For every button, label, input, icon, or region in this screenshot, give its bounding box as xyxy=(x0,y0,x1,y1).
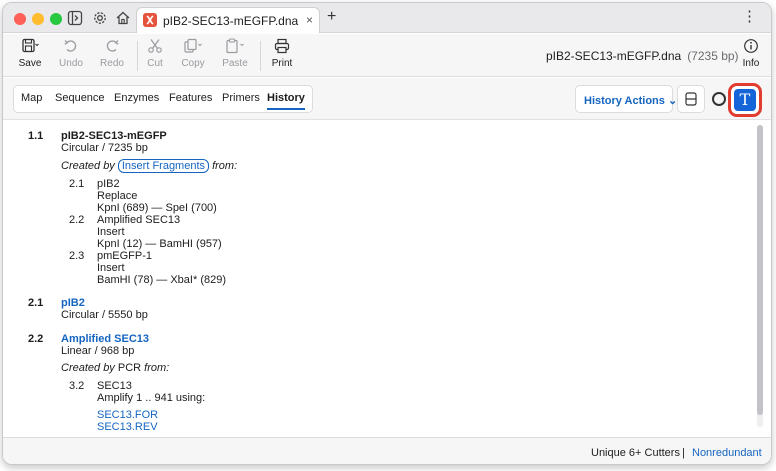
new-tab-button[interactable]: + xyxy=(327,8,336,26)
tab-features[interactable]: Features xyxy=(169,92,212,104)
created-by-line: Created by PCR from: xyxy=(61,362,169,374)
history-tree: 1.1 pIB2-SEC13-mEGFP Circular / 7235 bp … xyxy=(3,121,771,436)
created-by-prefix: Created by xyxy=(61,362,115,374)
close-window-button[interactable] xyxy=(14,13,26,25)
document-length: (7235 bp) xyxy=(687,49,739,63)
child-name: Amplified SEC13 xyxy=(97,214,181,226)
child-number: 3.2 xyxy=(69,380,85,392)
tab-history[interactable]: History xyxy=(267,92,305,110)
child-name: pIB2 xyxy=(97,178,120,190)
info-label: Info xyxy=(742,58,760,69)
child-sites: BamHI (78) — XbaI* (829) xyxy=(97,274,226,286)
info-icon xyxy=(744,39,758,53)
created-by-suffix: from: xyxy=(144,362,170,374)
child-name: pmEGFP-1 xyxy=(97,250,153,262)
cut-label: Cut xyxy=(147,58,163,69)
paste-button[interactable]: Paste xyxy=(216,38,254,69)
node-description: Circular / 7235 bp xyxy=(61,142,148,154)
redo-icon xyxy=(106,40,119,52)
node-title-link-amplified-sec13[interactable]: Amplified SEC13 xyxy=(61,333,149,345)
printer-icon xyxy=(274,38,290,54)
scissors-icon xyxy=(148,39,162,53)
minimize-window-button[interactable] xyxy=(32,13,44,25)
close-tab-icon[interactable]: × xyxy=(306,13,313,27)
node-title-link-pib2[interactable]: pIB2 xyxy=(61,297,85,309)
fit-view-button[interactable] xyxy=(677,85,705,113)
node-number: 2.1 xyxy=(28,297,44,309)
cut-button[interactable]: Cut xyxy=(136,38,174,69)
home-icon[interactable] xyxy=(115,10,131,26)
status-divider: | xyxy=(682,447,685,459)
child-sites: KpnI (12) — BamHI (957) xyxy=(97,238,222,250)
text-view-button[interactable]: T xyxy=(728,83,762,117)
undo-label: Undo xyxy=(59,58,83,69)
copy-button[interactable]: Copy xyxy=(174,38,212,69)
tab-document[interactable]: pIB2-SEC13-mEGFP.dna × xyxy=(136,7,320,33)
toolbar-divider xyxy=(260,41,261,71)
snapgene-app-icon xyxy=(143,13,157,27)
tab-bar: pIB2-SEC13-mEGFP.dna × + ⋮ xyxy=(3,3,771,33)
child-number: 2.1 xyxy=(69,178,85,190)
settings-gear-icon[interactable] xyxy=(92,10,108,26)
undo-button[interactable]: Undo xyxy=(52,38,90,69)
undo-icon xyxy=(64,40,77,52)
print-label: Print xyxy=(271,58,293,69)
child-name: SEC13 xyxy=(97,380,132,392)
child-sites: KpnI (689) — SpeI (700) xyxy=(97,202,217,214)
tab-primers[interactable]: Primers xyxy=(222,92,260,104)
tab-title: pIB2-SEC13-mEGFP.dna xyxy=(163,14,299,28)
info-button[interactable]: Info xyxy=(732,38,770,69)
node-description: Circular / 5550 bp xyxy=(61,309,148,321)
more-menu-icon[interactable]: ⋮ xyxy=(742,9,757,25)
status-bar: Unique 6+ Cutters | Nonredundant xyxy=(3,437,771,464)
tab-map[interactable]: Map xyxy=(21,92,42,104)
created-by-suffix: from: xyxy=(212,160,238,172)
child-detail: Amplify 1 .. 941 using: xyxy=(97,392,206,404)
node-title: pIB2-SEC13-mEGFP xyxy=(61,130,167,142)
view-tab-group: Map Sequence Enzymes Features Primers Hi… xyxy=(13,85,313,113)
circle-toggle-icon[interactable] xyxy=(712,92,726,106)
sidebar-toggle-icon[interactable] xyxy=(67,10,83,26)
clipboard-icon xyxy=(226,38,244,54)
child-number: 2.2 xyxy=(69,214,85,226)
child-role: Replace xyxy=(97,190,138,202)
tab-sequence[interactable]: Sequence xyxy=(55,92,105,104)
enzyme-set-selector[interactable]: Unique 6+ Cutters xyxy=(591,447,680,459)
created-by-operation: PCR xyxy=(117,362,142,374)
document-name: pIB2-SEC13-mEGFP.dna (7235 bp) xyxy=(546,49,739,63)
child-role: Insert xyxy=(97,226,125,238)
tab-enzymes[interactable]: Enzymes xyxy=(114,92,159,104)
child-role: Insert xyxy=(97,262,125,274)
node-number: 2.2 xyxy=(28,333,44,345)
insert-fragments-link[interactable]: Insert Fragments xyxy=(117,159,210,173)
nonredundant-toggle[interactable]: Nonredundant xyxy=(692,447,762,459)
created-by-line: Created by Insert Fragments from: xyxy=(61,159,237,173)
zoom-window-button[interactable] xyxy=(50,13,62,25)
copy-icon xyxy=(184,38,202,53)
document-title: pIB2-SEC13-mEGFP.dna xyxy=(546,49,682,63)
created-by-prefix: Created by xyxy=(61,160,115,172)
expand-rows-icon xyxy=(685,92,697,106)
node-number: 1.1 xyxy=(28,130,44,142)
text-format-icon: T xyxy=(734,89,756,111)
vertical-scrollbar[interactable] xyxy=(757,125,763,427)
scrollbar-thumb[interactable] xyxy=(757,125,763,415)
history-actions-label: History Actions ⌄ xyxy=(584,95,678,107)
history-actions-dropdown[interactable]: History Actions ⌄ xyxy=(575,85,677,113)
save-label: Save xyxy=(18,58,42,69)
print-button[interactable]: Print xyxy=(263,38,301,69)
child-number: 2.3 xyxy=(69,250,85,262)
app-window: pIB2-SEC13-mEGFP.dna × + ⋮ Save Undo Red… xyxy=(2,2,772,465)
primer-link-forward[interactable]: SEC13.FOR xyxy=(97,409,158,421)
copy-label: Copy xyxy=(181,58,205,69)
save-button[interactable]: Save xyxy=(11,38,49,69)
primer-link-reverse[interactable]: SEC13.REV xyxy=(97,421,158,433)
node-description: Linear / 968 bp xyxy=(61,345,135,357)
view-tabs-row: Map Sequence Enzymes Features Primers Hi… xyxy=(3,78,771,120)
save-icon xyxy=(22,38,39,53)
toolbar: Save Undo Redo Cut Copy Paste Print pIB2… xyxy=(3,34,771,77)
redo-button[interactable]: Redo xyxy=(93,38,131,69)
redo-label: Redo xyxy=(100,58,124,69)
paste-label: Paste xyxy=(222,58,248,69)
